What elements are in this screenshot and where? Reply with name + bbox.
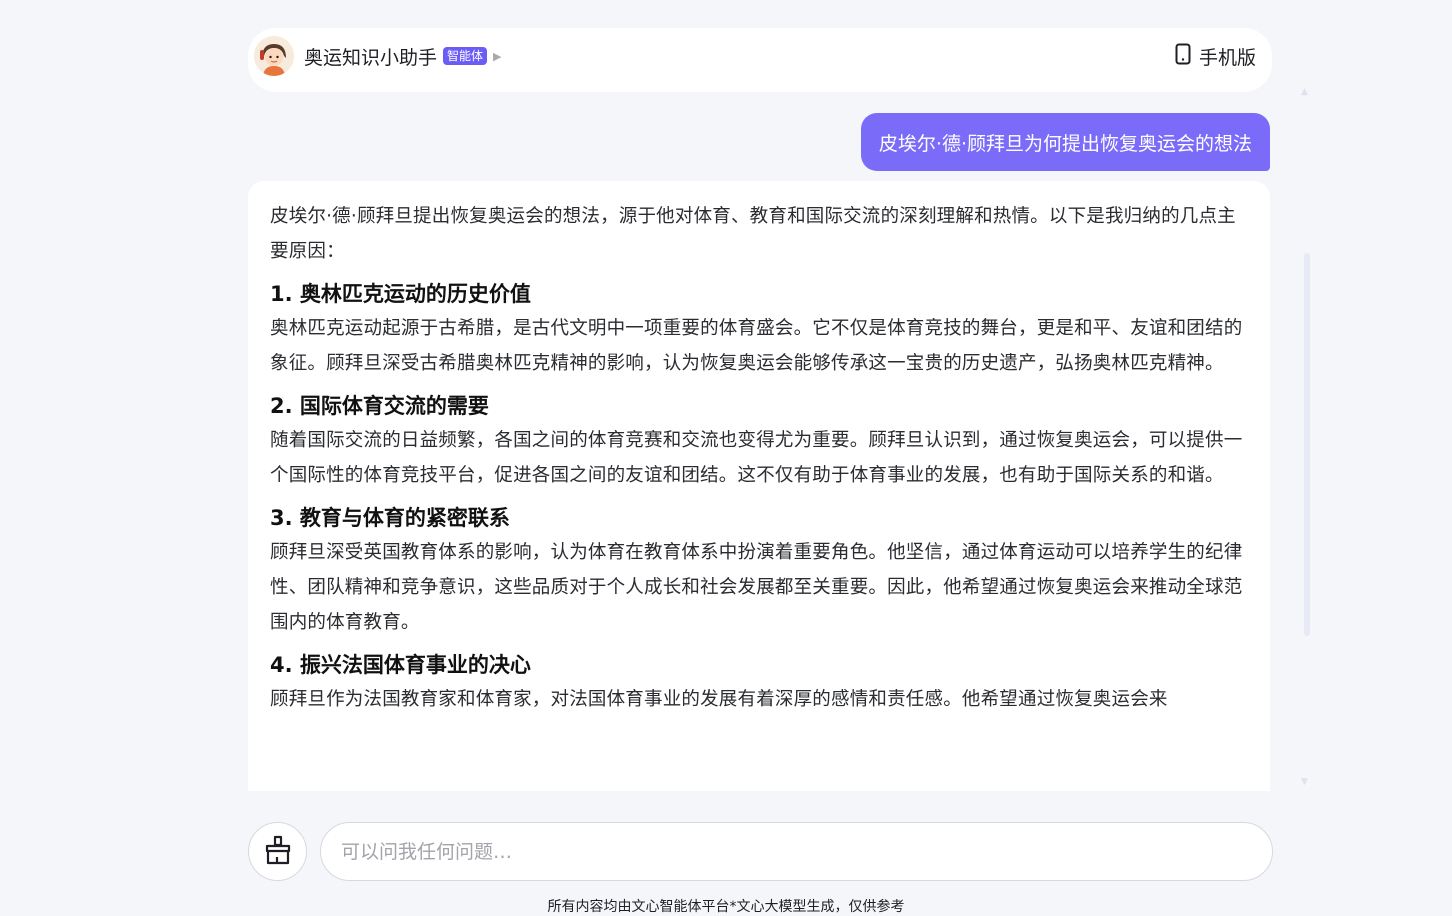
mobile-version-label: 手机版: [1198, 46, 1256, 69]
chevron-right-icon: ▶: [493, 49, 502, 63]
answer-section-title: 4. 振兴法国体育事业的决心: [270, 653, 531, 677]
user-message: 皮埃尔·德·顾拜旦为何提出恢复奥运会的想法: [860, 113, 1270, 171]
answer-section-body: 顾拜旦深受英国教育体系的影响，认为体育在教育体系中扮演着重要角色。他坚信，通过体…: [270, 542, 1243, 633]
scroll-down-arrow-icon[interactable]: ▼: [1301, 778, 1311, 787]
answer-section-body: 奥林匹克运动起源于古希腊，是古代文明中一项重要的体育盛会。它不仅是体育竞技的舞台…: [270, 318, 1243, 374]
assistant-answer: 皮埃尔·德·顾拜旦提出恢复奥运会的想法，源于他对体育、教育和国际交流的深刻理解和…: [248, 181, 1270, 791]
chat-input[interactable]: [320, 822, 1273, 881]
answer-section-title: 1. 奥林匹克运动的历史价值: [270, 282, 531, 306]
answer-section-body: 顾拜旦作为法国教育家和体育家，对法国体育事业的发展有着深厚的感情和责任感。他希望…: [270, 689, 1168, 710]
disclaimer: 所有内容均由文心智能体平台*文心大模型生成，仅供参考: [547, 899, 905, 915]
answer-section-title: 3. 教育与体育的紧密联系: [270, 506, 510, 530]
mobile-version-button[interactable]: 手机版: [1156, 28, 1272, 84]
scrollbar-thumb[interactable]: [1304, 253, 1310, 636]
answer-section-body: 随着国际交流的日益频繁，各国之间的体育竞赛和交流也变得尤为重要。顾拜旦认识到，通…: [270, 430, 1243, 486]
agent-badge: 智能体: [443, 47, 488, 65]
agent-info[interactable]: 奥运知识小助手 智能体 ▶: [248, 28, 516, 84]
phone-icon: [1175, 43, 1191, 70]
clear-context-button[interactable]: [248, 822, 307, 881]
agent-avatar: [254, 36, 294, 76]
broom-icon: [264, 835, 292, 869]
answer-intro: 皮埃尔·德·顾拜旦提出恢复奥运会的想法，源于他对体育、教育和国际交流的深刻理解和…: [270, 206, 1236, 262]
answer-section-title: 2. 国际体育交流的需要: [270, 394, 489, 418]
agent-name: 奥运知识小助手: [304, 46, 438, 69]
header: 奥运知识小助手 智能体 ▶ 手机版: [248, 28, 1272, 92]
scroll-up-arrow-icon[interactable]: ▲: [1301, 88, 1311, 97]
